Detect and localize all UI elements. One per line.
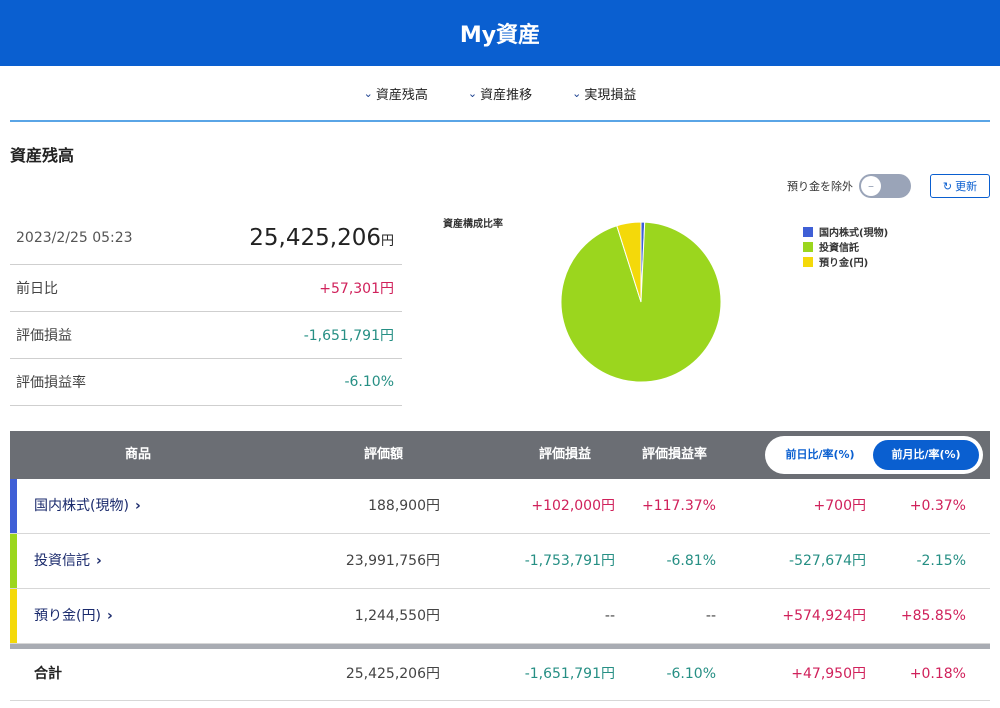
toggle-month-change[interactable]: 前月比/率(%) xyxy=(873,440,979,470)
header-value: 評価額 xyxy=(364,447,404,462)
row-product-link[interactable]: 投資信託 › xyxy=(34,534,102,588)
tab-asset-balance[interactable]: ⌄ 資産残高 xyxy=(364,84,428,103)
row-product-name: 預り金(円) xyxy=(34,608,101,624)
row-change-rate: +0.37% xyxy=(909,498,966,514)
row-value: 188,900円 xyxy=(368,498,440,514)
row-pl: -1,753,791円 xyxy=(524,553,615,569)
total-value: 25,425,206円 xyxy=(345,666,440,682)
row-change-rate: +85.85% xyxy=(900,608,966,624)
row-product-link[interactable]: 預り金(円) › xyxy=(34,589,113,643)
section-tabs: ⌄ 資産残高 ⌄ 資産推移 ⌄ 実現損益 xyxy=(10,66,990,122)
total-pl: -1,651,791円 xyxy=(524,666,615,682)
row-product-link[interactable]: 国内株式(現物) › xyxy=(34,479,141,533)
row-pl: +102,000円 xyxy=(531,498,615,514)
tab-label: 実現損益 xyxy=(584,87,637,103)
row-change: -527,674円 xyxy=(789,553,866,569)
legend-label: 投資信託 xyxy=(819,243,859,254)
legend-swatch xyxy=(803,226,813,237)
summary-row: 評価損益 -1,651,791円 xyxy=(10,312,402,359)
row-change: +574,924円 xyxy=(782,608,866,624)
toggle-knob: – xyxy=(861,176,881,196)
summary-row: 前日比 +57,301円 xyxy=(10,265,402,312)
chart-title: 資産構成比率 xyxy=(443,219,503,230)
row-pl-rate: +117.37% xyxy=(641,498,716,514)
row-value: 1,244,550円 xyxy=(354,608,440,624)
header-product: 商品 xyxy=(125,447,152,462)
chevron-right-icon: › xyxy=(106,608,113,624)
refresh-button[interactable]: ↻ 更新 xyxy=(930,174,990,198)
asset-allocation-pie xyxy=(560,221,722,383)
page-title: My資産 xyxy=(459,23,541,48)
chevron-right-icon: › xyxy=(134,498,141,514)
summary-label: 評価損益率 xyxy=(16,375,86,391)
summary-value: -6.10% xyxy=(344,374,394,390)
table-row: 投資信託 › 23,991,756円 -1,753,791円 -6.81% -52… xyxy=(10,534,990,589)
total-balance-unit: 円 xyxy=(380,234,394,249)
toggle-day-change[interactable]: 前日比/率(%) xyxy=(769,440,871,470)
summary-row: 評価損益率 -6.10% xyxy=(10,359,402,406)
header-pl-rate: 評価損益率 xyxy=(642,447,708,462)
table-header: 商品 評価額 評価損益 評価損益率 前日比/率(%) 前月比/率(%) xyxy=(10,431,990,479)
summary-value: +57,301円 xyxy=(319,281,394,297)
table-row: 国内株式(現物) › 188,900円 +102,000円 +117.37% +7… xyxy=(10,479,990,534)
chevron-down-icon: ⌄ xyxy=(467,86,478,100)
row-value: 23,991,756円 xyxy=(345,553,440,569)
tab-label: 資産推移 xyxy=(480,87,533,103)
total-balance: 25,425,206円 xyxy=(249,225,394,251)
chevron-right-icon: › xyxy=(96,553,102,569)
exclude-deposit-toggle[interactable]: – xyxy=(859,174,911,198)
total-balance-value: 25,425,206 xyxy=(249,225,381,251)
total-label: 合計 xyxy=(34,666,62,682)
holdings-table: 商品 評価額 評価損益 評価損益率 前日比/率(%) 前月比/率(%) 国内株式… xyxy=(10,431,990,701)
refresh-label: 更新 xyxy=(955,180,978,193)
tab-realized-pl[interactable]: ⌄ 実現損益 xyxy=(572,84,636,103)
legend-label: 国内株式(現物) xyxy=(819,228,889,239)
summary-label: 前日比 xyxy=(16,281,58,297)
legend-item: 投資信託 xyxy=(803,239,888,254)
app-header: My資産 xyxy=(0,0,1000,66)
chevron-down-icon: ⌄ xyxy=(572,86,582,100)
row-change: +700円 xyxy=(813,498,866,514)
legend-item: 預り金(円) xyxy=(803,254,888,269)
exclude-deposit-control: 預り金を除外 – xyxy=(787,174,911,198)
chart-legend: 国内株式(現物) 投資信託 預り金(円) xyxy=(803,224,888,269)
row-pl-rate: -6.81% xyxy=(666,553,716,569)
legend-label: 預り金(円) xyxy=(819,258,869,269)
row-pl-rate: -- xyxy=(705,608,716,624)
row-color-bar xyxy=(10,589,17,643)
row-change-rate: -2.15% xyxy=(916,553,966,569)
legend-item: 国内株式(現物) xyxy=(803,224,888,239)
row-pl: -- xyxy=(604,608,615,624)
tab-asset-trend[interactable]: ⌄ 資産推移 xyxy=(468,84,532,103)
legend-swatch xyxy=(803,241,813,252)
chevron-down-icon: ⌄ xyxy=(363,86,373,100)
table-total-row: 合計 25,425,206円 -1,651,791円 -6.10% +47,95… xyxy=(10,649,990,701)
change-period-toggle: 前日比/率(%) 前月比/率(%) xyxy=(765,436,983,474)
exclude-deposit-label: 預り金を除外 xyxy=(787,180,853,193)
legend-swatch xyxy=(803,256,813,267)
balance-summary: 2023/2/25 05:23 25,425,206円 前日比 +57,301円… xyxy=(10,212,402,406)
row-product-name: 投資信託 xyxy=(34,553,90,569)
row-product-name: 国内株式(現物) xyxy=(34,498,129,514)
header-pl: 評価損益 xyxy=(539,447,592,462)
row-color-bar xyxy=(10,479,17,533)
table-row: 預り金(円) › 1,244,550円 -- -- +574,924円 +85.8… xyxy=(10,589,990,644)
tab-label: 資産残高 xyxy=(375,87,428,103)
total-change: +47,950円 xyxy=(791,666,866,682)
row-color-bar xyxy=(10,534,17,588)
summary-total-row: 2023/2/25 05:23 25,425,206円 xyxy=(10,212,402,265)
refresh-icon: ↻ xyxy=(942,179,953,193)
total-change-rate: +0.18% xyxy=(909,666,966,682)
total-pl-rate: -6.10% xyxy=(666,666,716,682)
summary-value: -1,651,791円 xyxy=(303,328,394,344)
summary-label: 評価損益 xyxy=(16,328,72,344)
section-title: 資産残高 xyxy=(10,146,75,165)
as-of-datetime: 2023/2/25 05:23 xyxy=(16,230,133,246)
